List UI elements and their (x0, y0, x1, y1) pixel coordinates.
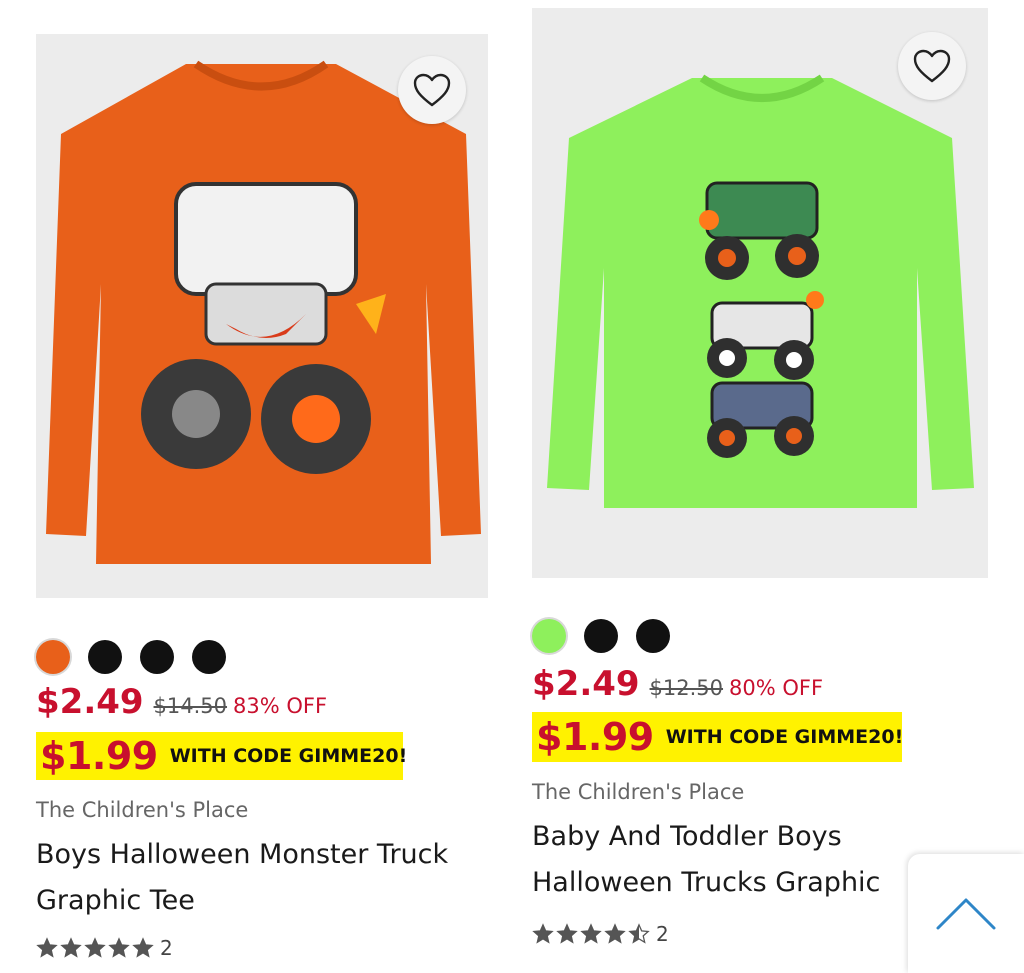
sale-price: $2.49 (532, 664, 640, 704)
heart-outline-icon (413, 73, 451, 107)
product-image[interactable] (36, 34, 488, 598)
star-icon (604, 923, 626, 944)
promo-code-text: WITH CODE GIMME20! (665, 726, 904, 748)
star-rating (532, 923, 650, 945)
star-rating (36, 937, 154, 959)
color-swatch-black[interactable] (192, 640, 226, 674)
product-card[interactable]: $2.49 $12.50 80% OFF $1.99 WITH CODE GIM… (532, 8, 990, 946)
star-icon (556, 923, 578, 944)
star-icon (628, 923, 650, 944)
product-title[interactable]: Boys Halloween Monster Truck Graphic Tee (36, 832, 486, 924)
rating[interactable]: 2 (532, 922, 669, 946)
color-swatch-green[interactable] (532, 619, 566, 653)
product-image[interactable] (532, 8, 988, 578)
star-icon (132, 937, 154, 958)
star-icon (108, 937, 130, 958)
discount-label: 80% OFF (729, 676, 824, 700)
favorite-button[interactable] (398, 56, 466, 124)
product-title[interactable]: Baby And Toddler Boys Halloween Trucks G… (532, 814, 912, 906)
review-count: 2 (160, 936, 173, 960)
color-swatches (532, 619, 670, 653)
product-card[interactable]: $2.49 $14.50 83% OFF $1.99 WITH CODE GIM… (36, 34, 488, 960)
rating[interactable]: 2 (36, 936, 173, 960)
price-row: $2.49 $14.50 83% OFF (36, 682, 327, 722)
color-swatch-black[interactable] (140, 640, 174, 674)
favorite-button[interactable] (898, 32, 966, 100)
price-row: $2.49 $12.50 80% OFF (532, 664, 823, 704)
brand-name: The Children's Place (36, 798, 249, 822)
sale-price: $2.49 (36, 682, 144, 722)
promo-code-text: WITH CODE GIMME20! (169, 745, 408, 767)
color-swatches (36, 640, 226, 674)
chevron-up-icon (936, 898, 996, 929)
back-to-top-button[interactable] (908, 854, 1024, 973)
star-icon (532, 923, 554, 944)
star-icon (60, 937, 82, 958)
brand-name: The Children's Place (532, 780, 745, 804)
promo-banner: $1.99 WITH CODE GIMME20! (532, 712, 904, 762)
star-icon (580, 923, 602, 944)
original-price: $14.50 (153, 694, 228, 718)
heart-outline-icon (913, 49, 951, 83)
color-swatch-black[interactable] (584, 619, 618, 653)
promo-banner: $1.99 WITH CODE GIMME20! (36, 732, 407, 780)
trucks-graphic (699, 181, 824, 458)
color-swatch-black[interactable] (636, 619, 670, 653)
review-count: 2 (656, 922, 669, 946)
color-swatch-orange[interactable] (36, 640, 70, 674)
original-price: $12.50 (649, 676, 724, 700)
star-icon (84, 937, 106, 958)
promo-price: $1.99 (536, 715, 654, 759)
color-swatch-black[interactable] (88, 640, 122, 674)
star-icon (36, 937, 58, 958)
discount-label: 83% OFF (233, 694, 328, 718)
promo-price: $1.99 (40, 734, 158, 778)
